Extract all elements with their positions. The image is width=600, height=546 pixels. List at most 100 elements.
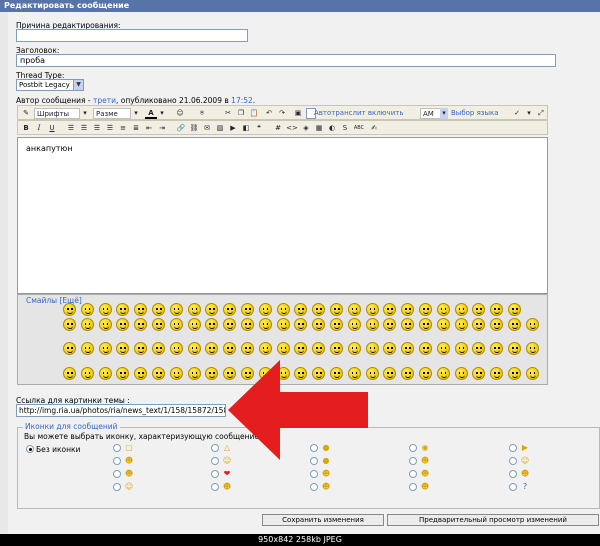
video-icon[interactable]: ▶ [228,123,238,134]
smiley-icon[interactable] [312,318,326,331]
wrap-html-button[interactable]: <> [286,123,298,134]
php-icon[interactable]: ◈ [301,123,311,134]
post-icon-radio[interactable] [310,470,318,478]
post-icon-radio[interactable] [509,483,517,491]
smiley-icon[interactable] [454,303,468,316]
smiley-icon[interactable] [169,318,183,331]
smiley-icon[interactable] [169,342,183,355]
align-center-icon[interactable]: ☰ [79,123,89,134]
smiley-icon[interactable] [508,367,521,380]
smiley-icon[interactable] [152,367,165,380]
translit-icon[interactable]: ✍ [368,123,380,134]
smiley-icon[interactable] [508,303,521,316]
smiley-icon[interactable] [187,318,201,331]
bold-button[interactable]: B [21,123,31,134]
smiley-icon[interactable] [205,303,219,316]
smiley-icon[interactable] [419,318,432,331]
smiley-icon[interactable] [63,318,76,331]
post-icon-radio[interactable] [211,457,219,465]
post-icon-radio[interactable] [113,483,121,491]
image-link-input[interactable]: http://img.ria.ua/photos/ria/news_text/1… [16,404,226,417]
smiley-icon[interactable] [258,318,272,331]
smiley-icon[interactable] [294,303,308,316]
author-link[interactable]: трети [93,96,116,105]
smiley-icon[interactable] [116,318,130,331]
chevron-down-icon[interactable]: ▾ [158,108,166,119]
smiley-icon[interactable] [205,342,219,355]
smiley-icon[interactable] [330,303,343,316]
post-icon-radio[interactable] [509,470,517,478]
smiley-icon[interactable] [401,367,415,380]
smiley-icon[interactable] [116,342,130,355]
smiley-icon[interactable] [134,303,148,316]
outdent-icon[interactable]: ⇤ [144,123,154,134]
smiley-icon[interactable] [98,342,112,355]
reason-input[interactable] [16,29,248,42]
smiley-icon[interactable] [187,342,201,355]
link-icon[interactable]: 🔗 [176,123,186,134]
smiley-icon[interactable] [98,318,112,331]
undo-icon[interactable]: ↶ [264,108,274,119]
spellcheck-icon[interactable]: ✓ [512,108,522,119]
smiley-icon[interactable] [472,342,486,355]
post-icon-radio[interactable] [211,444,219,452]
smiley-icon[interactable] [525,367,539,380]
smiley-icon[interactable] [401,303,415,316]
save-changes-button[interactable]: Сохранить изменения [262,514,384,526]
smiley-icon[interactable] [419,303,432,316]
smiley-icon[interactable] [436,318,450,331]
smiley-icon[interactable] [134,367,148,380]
align-justify-icon[interactable]: ☰ [105,123,115,134]
ordered-list-icon[interactable]: ≡ [118,123,128,134]
strike-icon[interactable]: S [340,123,350,134]
smiley-icon[interactable] [383,318,397,331]
no-icon-radio[interactable] [26,445,34,453]
table-icon[interactable]: ▦ [314,123,324,134]
switch-mode-icon[interactable]: ▣ [293,108,303,119]
post-icon-radio[interactable] [211,483,219,491]
post-icon-radio[interactable] [509,444,517,452]
smiley-icon[interactable] [365,303,379,316]
smiley-icon[interactable] [347,303,361,316]
smiley-icon[interactable] [294,318,308,331]
smiley-icon[interactable] [169,367,183,380]
smiley-icon[interactable] [98,367,112,380]
smiley-icon[interactable] [525,342,539,355]
post-icon-radio[interactable] [113,444,121,452]
smiley-icon[interactable] [454,367,468,380]
paste-icon[interactable]: 📋 [249,108,259,119]
smiley-icon[interactable] [312,303,326,316]
smiley-icon[interactable] [258,303,272,316]
post-icon-radio[interactable] [310,483,318,491]
smiley-icon[interactable] [472,303,486,316]
smiley-icon[interactable] [205,367,219,380]
smiley-icon[interactable] [436,342,450,355]
italic-button[interactable]: I [34,123,44,134]
smiley-icon[interactable] [241,303,254,316]
post-icon-radio[interactable] [409,470,417,478]
redo-icon[interactable]: ↷ [277,108,287,119]
quote-icon[interactable]: ❝ [254,123,264,134]
smiley-icon[interactable] [472,367,486,380]
language-select-link[interactable]: Выбор языка [451,108,499,119]
smiley-icon[interactable] [508,342,521,355]
media-icon[interactable]: ◧ [241,123,251,134]
translit-toggle[interactable]: Автотранслит включить [314,108,403,119]
post-icon-radio[interactable] [211,470,219,478]
smiley-icon[interactable] [98,303,112,316]
smiley-icon[interactable] [419,342,432,355]
message-editor[interactable]: анкапутюн [17,137,548,294]
align-left-icon[interactable]: ☰ [66,123,76,134]
smiley-icon[interactable] [223,318,237,331]
post-icon-radio[interactable] [113,470,121,478]
post-icon-radio[interactable] [113,457,121,465]
smiley-icon[interactable] [187,367,201,380]
smiley-icon[interactable] [116,367,130,380]
smiley-icon[interactable] [134,318,148,331]
smiley-icon[interactable] [347,318,361,331]
unlink-icon[interactable]: ⛓ [189,123,199,134]
smiley-icon[interactable] [508,318,521,331]
smiley-icon[interactable] [223,303,237,316]
smiley-icon[interactable] [134,342,148,355]
smiley-icon[interactable] [436,303,450,316]
